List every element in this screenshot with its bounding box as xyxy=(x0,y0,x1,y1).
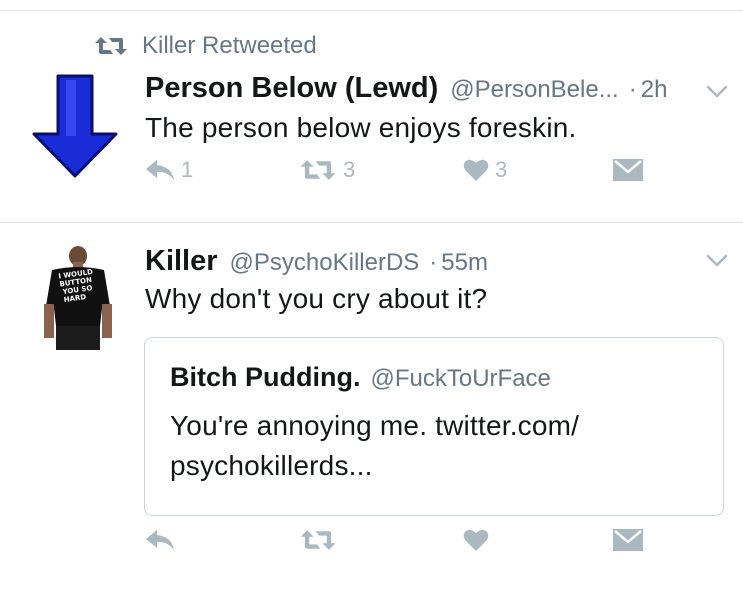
retweet-icon xyxy=(95,37,127,55)
quoted-tweet-author-name: Bitch Pudding. xyxy=(170,362,361,392)
tweet1-text: The person below enjoys foreskin. xyxy=(145,112,577,143)
tweet1-retweet-button[interactable]: 3 xyxy=(299,157,355,183)
tweet2-separator: · xyxy=(429,249,438,276)
tweet1-header: Person Below (Lewd) @PersonBele... · 2h xyxy=(145,72,667,105)
tweet2-reply-button[interactable] xyxy=(145,529,175,551)
retweet-icon xyxy=(300,160,336,180)
tweet2-retweet-button[interactable] xyxy=(299,528,337,552)
quoted-tweet-text: You're annoying me. twitter.com/ psychok… xyxy=(170,406,700,486)
tweet2-author-name[interactable]: Killer xyxy=(145,245,218,278)
retweet-icon xyxy=(300,530,336,550)
tweet-divider xyxy=(0,222,743,223)
tweet2-dm-button[interactable] xyxy=(613,529,643,551)
quoted-tweet-text-line1: You're annoying me. twitter.com/ xyxy=(170,410,580,441)
quoted-tweet-text-line2: psychokillerds... xyxy=(170,450,373,481)
tweet1-like-count: 3 xyxy=(495,157,508,182)
reply-icon xyxy=(146,160,174,180)
tweet2-like-button[interactable] xyxy=(463,528,489,552)
tweet1-timestamp[interactable]: 2h xyxy=(641,76,668,104)
like-icon xyxy=(463,529,489,551)
direct-message-icon xyxy=(613,159,643,181)
retweet-context-label: Killer Retweeted xyxy=(142,32,317,59)
quoted-tweet-card[interactable]: Bitch Pudding. @FuckToUrFace You're anno… xyxy=(144,337,724,516)
tweet1-separator: · xyxy=(628,76,637,103)
tweet1-reply-count: 1 xyxy=(181,157,194,182)
top-divider xyxy=(0,10,743,11)
tweet2-author-handle[interactable]: @PsychoKillerDS xyxy=(230,249,420,277)
tweet1-author-name[interactable]: Person Below (Lewd) xyxy=(145,72,438,105)
tweet1-author-handle[interactable]: @PersonBele... xyxy=(450,76,618,104)
tweet1-dm-button[interactable] xyxy=(613,159,643,181)
chevron-down-icon[interactable] xyxy=(706,85,728,99)
tweet1-reply-button[interactable]: 1 xyxy=(145,157,193,183)
tweet2-timestamp[interactable]: 55m xyxy=(441,249,488,277)
reply-icon xyxy=(146,530,174,550)
tweet1-like-button[interactable]: 3 xyxy=(463,157,507,183)
tweet2-text: Why don't you cry about it? xyxy=(145,283,488,314)
quoted-tweet-header: Bitch Pudding. @FuckToUrFace xyxy=(170,362,551,393)
retweet-context[interactable]: Killer Retweeted xyxy=(94,32,317,60)
tweet1-retweet-count: 3 xyxy=(343,157,356,182)
like-icon xyxy=(463,159,489,181)
quoted-tweet-author-handle: @FuckToUrFace xyxy=(370,365,551,392)
avatar-down-arrow-icon[interactable] xyxy=(30,74,120,178)
avatar[interactable]: I WOULD BUTTON YOU SO HARD xyxy=(40,246,116,350)
direct-message-icon xyxy=(613,529,643,551)
tweet2-header: Killer @PsychoKillerDS · 55m xyxy=(145,245,488,278)
chevron-down-icon[interactable] xyxy=(706,254,728,268)
